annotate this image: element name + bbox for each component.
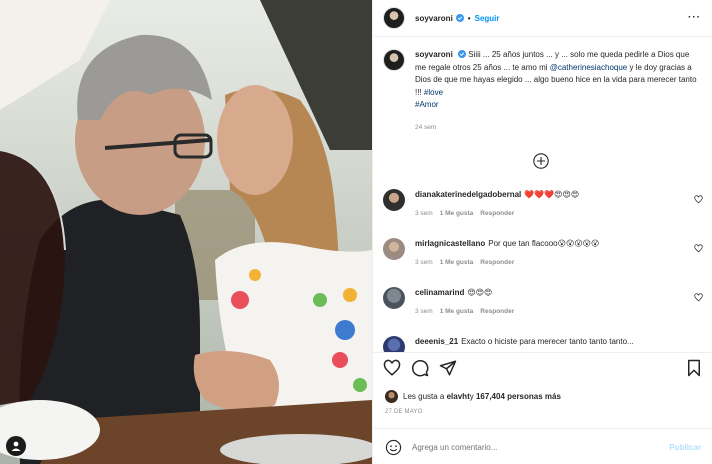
- likes-count[interactable]: 167,404 personas más: [476, 392, 561, 401]
- avatar[interactable]: [385, 390, 398, 403]
- comment-item: deeenis_21 Exacto o hiciste para merecer …: [383, 336, 703, 352]
- post-header: soyvaroni • Seguir ···: [373, 0, 712, 37]
- caption-body: soyvaroni Siiii ... 25 años juntos ... y…: [415, 49, 699, 134]
- share-icon[interactable]: [439, 359, 457, 377]
- comment-text: 😍😍😍: [467, 288, 493, 297]
- comment-heart-icon[interactable]: [694, 293, 703, 302]
- comment-text-line: deeenis_21 Exacto o hiciste para merecer …: [415, 336, 685, 347]
- comment-item: dianakaterinedelgadobernal ❤️❤️❤️😍😍😍 3 se…: [383, 189, 703, 217]
- header-separator: •: [467, 13, 471, 23]
- bookmark-icon[interactable]: [685, 359, 703, 377]
- likes-username[interactable]: elavht: [447, 392, 470, 401]
- post-caption: soyvaroni Siiii ... 25 años juntos ... y…: [383, 49, 703, 134]
- comment-text-line: dianakaterinedelgadobernal ❤️❤️❤️😍😍😍: [415, 189, 685, 200]
- comment-username[interactable]: celinamarind: [415, 288, 464, 297]
- comment-meta: 3 sem 1 Me gusta Responder: [415, 210, 685, 217]
- comment-time[interactable]: 3 sem: [415, 210, 433, 217]
- comment-item: mirlagnicastellano Por que tan flacooo😮😮😮…: [383, 238, 703, 266]
- comment-time[interactable]: 3 sem: [415, 259, 433, 266]
- caption-hashtag-amor[interactable]: #Amor: [415, 100, 439, 109]
- comment-time[interactable]: 3 sem: [415, 308, 433, 315]
- likes-summary: Les gusta a elavht y 167,404 personas má…: [385, 390, 561, 403]
- comment-text-line: mirlagnicastellano Por que tan flacooo😮😮😮…: [415, 238, 685, 249]
- action-icons: [383, 359, 703, 379]
- caption-avatar[interactable]: [383, 49, 405, 71]
- comment-likes[interactable]: 1 Me gusta: [440, 308, 474, 315]
- comment-body: mirlagnicastellano Por que tan flacooo😮😮😮…: [415, 238, 685, 266]
- post-actions: Les gusta a elavht y 167,404 personas má…: [373, 352, 712, 464]
- comment-text: Por que tan flacooo😮😮😮😮😮: [488, 239, 600, 248]
- comment-body: deeenis_21 Exacto o hiciste para merecer …: [415, 336, 685, 352]
- load-more-plus-icon[interactable]: [533, 153, 549, 169]
- post-date[interactable]: 27 DE MAYO: [385, 409, 423, 415]
- comment-item: celinamarind 😍😍😍 3 sem 1 Me gusta Responder: [383, 287, 703, 315]
- comment-body: dianakaterinedelgadobernal ❤️❤️❤️😍😍😍 3 se…: [415, 189, 685, 217]
- photo-illustration: [0, 0, 372, 464]
- caption-mention[interactable]: @catherinesiachoque: [550, 63, 628, 72]
- verified-icon: [455, 14, 464, 22]
- emoji-icon[interactable]: [385, 439, 402, 456]
- follow-button[interactable]: Seguir: [475, 14, 500, 23]
- verified-icon: [458, 50, 467, 58]
- comment-meta: 3 sem 1 Me gusta Responder: [415, 259, 685, 266]
- reply-button[interactable]: Responder: [480, 308, 514, 315]
- heart-icon[interactable]: [383, 359, 401, 377]
- caption-hashtag-love[interactable]: #love: [424, 88, 443, 97]
- comment-username[interactable]: deeenis_21: [415, 337, 458, 346]
- post-details-panel: soyvaroni • Seguir ··· soyvaroni Siiii .…: [372, 0, 712, 464]
- comment-heart-icon[interactable]: [694, 195, 703, 204]
- reply-button[interactable]: Responder: [480, 210, 514, 217]
- avatar[interactable]: [383, 336, 405, 352]
- caption-time[interactable]: 24 sem: [415, 122, 699, 135]
- comments-section: soyvaroni Siiii ... 25 años juntos ... y…: [373, 37, 712, 352]
- comment-text: ❤️❤️❤️😍😍😍: [524, 190, 580, 199]
- avatar[interactable]: [383, 287, 405, 309]
- post-photo[interactable]: [0, 0, 372, 464]
- comment-input[interactable]: [412, 442, 652, 452]
- header-username[interactable]: soyvaroni: [415, 14, 453, 23]
- caption-username[interactable]: soyvaroni: [415, 50, 453, 59]
- tag-user-icon: [11, 441, 21, 451]
- avatar[interactable]: [383, 7, 405, 29]
- likes-middle: y: [469, 392, 474, 401]
- comment-likes[interactable]: 1 Me gusta: [440, 259, 474, 266]
- comment-text: Exacto o hiciste para merecer tanto tant…: [461, 337, 634, 346]
- add-comment-bar: Publicar: [373, 428, 712, 464]
- comment-text-line: celinamarind 😍😍😍: [415, 287, 685, 298]
- comment-icon[interactable]: [411, 359, 429, 377]
- more-icon[interactable]: ···: [688, 12, 701, 23]
- comment-likes[interactable]: 1 Me gusta: [440, 210, 474, 217]
- tag-user-button[interactable]: [6, 436, 26, 456]
- avatar[interactable]: [383, 189, 405, 211]
- comment-username[interactable]: dianakaterinedelgadobernal: [415, 190, 521, 199]
- instagram-post: soyvaroni • Seguir ··· soyvaroni Siiii .…: [0, 0, 712, 464]
- comment-username[interactable]: mirlagnicastellano: [415, 239, 485, 248]
- comment-body: celinamarind 😍😍😍 3 sem 1 Me gusta Responder: [415, 287, 685, 315]
- likes-prefix: Les gusta a: [403, 392, 445, 401]
- comment-meta: 3 sem 1 Me gusta Responder: [415, 308, 685, 315]
- comment-heart-icon[interactable]: [694, 244, 703, 253]
- reply-button[interactable]: Responder: [480, 259, 514, 266]
- avatar[interactable]: [383, 238, 405, 260]
- publish-button[interactable]: Publicar: [669, 443, 701, 452]
